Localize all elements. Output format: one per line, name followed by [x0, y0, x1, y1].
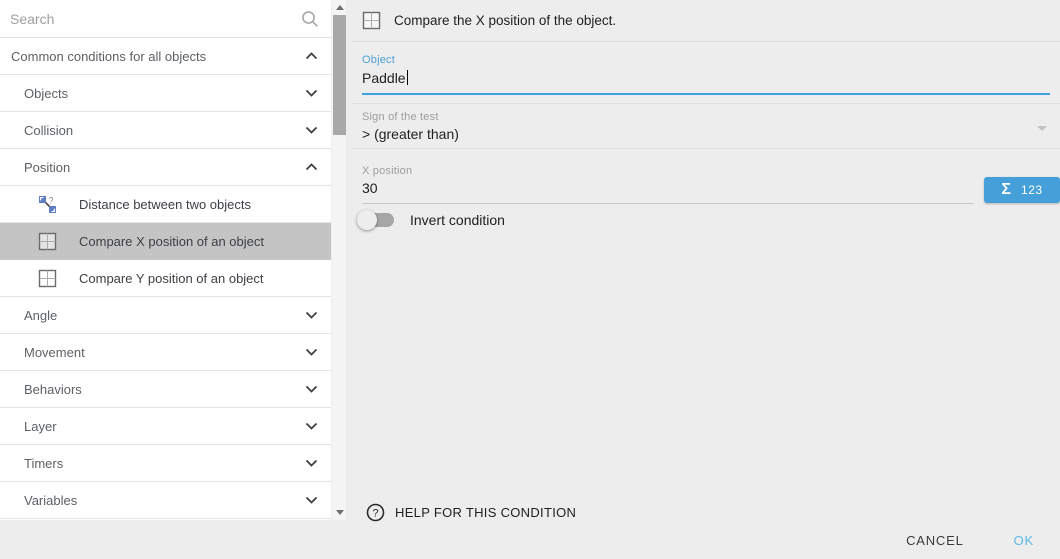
conditions-list: Common conditions for all objects Object…: [0, 0, 331, 520]
cancel-button[interactable]: CANCEL: [902, 529, 968, 552]
help-label: HELP FOR THIS CONDITION: [395, 505, 576, 520]
sign-select[interactable]: > (greater than): [362, 126, 1030, 142]
x-position-field-label: X position: [362, 165, 412, 177]
chevron-down-icon: [305, 422, 318, 430]
chevron-up-icon: [305, 163, 318, 171]
condition-label: Distance between two objects: [79, 197, 251, 212]
sidebar-item-movement[interactable]: Movement: [0, 334, 331, 371]
invert-condition-toggle[interactable]: [360, 213, 394, 227]
svg-text:?: ?: [372, 507, 378, 519]
divider: [352, 148, 1060, 149]
invert-condition-row: Invert condition: [360, 210, 505, 230]
sidebar-item-layer[interactable]: Layer: [0, 408, 331, 445]
category-label: Timers: [24, 456, 63, 471]
object-field-value: Paddle: [362, 70, 406, 86]
condition-header: Compare the X position of the object.: [352, 0, 1060, 42]
sidebar-item-behaviors[interactable]: Behaviors: [0, 371, 331, 408]
distance-icon: ?: [38, 195, 57, 214]
sidebar-item-collision[interactable]: Collision: [0, 112, 331, 149]
sidebar-item-objects[interactable]: Objects: [0, 75, 331, 112]
dropdown-arrow-icon: [1037, 126, 1047, 131]
chevron-down-icon: [305, 348, 318, 356]
triangle-down-icon: [336, 510, 344, 515]
category-label: Variables: [24, 493, 77, 508]
scroll-up-button[interactable]: [332, 0, 347, 15]
chevron-down-icon: [305, 459, 318, 467]
sidebar-item-compare-y-position[interactable]: Compare Y position of an object: [0, 260, 331, 297]
invert-condition-label: Invert condition: [410, 212, 505, 228]
category-label: Position: [24, 160, 70, 175]
search-bar: [0, 0, 331, 38]
sidebar-item-timers[interactable]: Timers: [0, 445, 331, 482]
sign-select-value: > (greater than): [362, 126, 459, 142]
sigma-icon: Σ: [1001, 181, 1011, 199]
triangle-up-icon: [336, 5, 344, 10]
category-label: Objects: [24, 86, 68, 101]
scroll-down-button[interactable]: [332, 505, 347, 520]
condition-label: Compare X position of an object: [79, 234, 264, 249]
category-label: Layer: [24, 419, 57, 434]
chevron-down-icon: [305, 311, 318, 319]
scrollbar-thumb[interactable]: [333, 15, 346, 135]
sidebar-item-distance-between-objects[interactable]: ? Distance between two objects: [0, 186, 331, 223]
x-position-field[interactable]: 30: [362, 180, 974, 204]
x-position-field-value: 30: [362, 180, 378, 196]
chevron-up-icon: [305, 52, 318, 60]
svg-text:?: ?: [49, 195, 54, 205]
grid-icon: [38, 269, 57, 288]
chevron-down-icon: [305, 126, 318, 134]
dialog-footer: CANCEL OK: [902, 524, 1038, 556]
condition-editor-panel: Compare the X position of the object. Ob…: [352, 0, 1060, 559]
category-label: Angle: [24, 308, 57, 323]
conditions-sidebar: Common conditions for all objects Object…: [0, 0, 346, 520]
sidebar-item-variables[interactable]: Variables: [0, 482, 331, 519]
chevron-down-icon: [305, 385, 318, 393]
sidebar-item-common-conditions[interactable]: Common conditions for all objects: [0, 38, 331, 75]
help-link[interactable]: ? HELP FOR THIS CONDITION: [366, 503, 576, 522]
chevron-down-icon: [305, 496, 318, 504]
text-caret: [407, 70, 408, 85]
sidebar-item-position[interactable]: Position: [0, 149, 331, 186]
category-label: Collision: [24, 123, 73, 138]
condition-title: Compare the X position of the object.: [394, 13, 616, 28]
object-field-label: Object: [362, 54, 395, 66]
ok-button[interactable]: OK: [1010, 529, 1038, 552]
expression-editor-button[interactable]: Σ 123: [984, 177, 1060, 203]
object-field[interactable]: Paddle: [362, 70, 1050, 95]
divider: [352, 103, 1060, 104]
numeric-icon: 123: [1021, 183, 1043, 197]
sign-field-label: Sign of the test: [362, 111, 439, 123]
sidebar-scrollbar[interactable]: [331, 0, 346, 520]
sidebar-item-compare-x-position[interactable]: Compare X position of an object: [0, 223, 331, 260]
condition-label: Compare Y position of an object: [79, 271, 264, 286]
question-mark-icon: ?: [366, 503, 385, 522]
category-label: Behaviors: [24, 382, 82, 397]
category-label: Movement: [24, 345, 85, 360]
grid-icon: [362, 11, 381, 30]
sidebar-item-angle[interactable]: Angle: [0, 297, 331, 334]
chevron-down-icon: [305, 89, 318, 97]
search-icon: [301, 10, 319, 28]
search-input[interactable]: [10, 11, 301, 27]
toggle-knob: [357, 210, 377, 230]
category-label: Common conditions for all objects: [11, 49, 206, 64]
grid-icon: [38, 232, 57, 251]
